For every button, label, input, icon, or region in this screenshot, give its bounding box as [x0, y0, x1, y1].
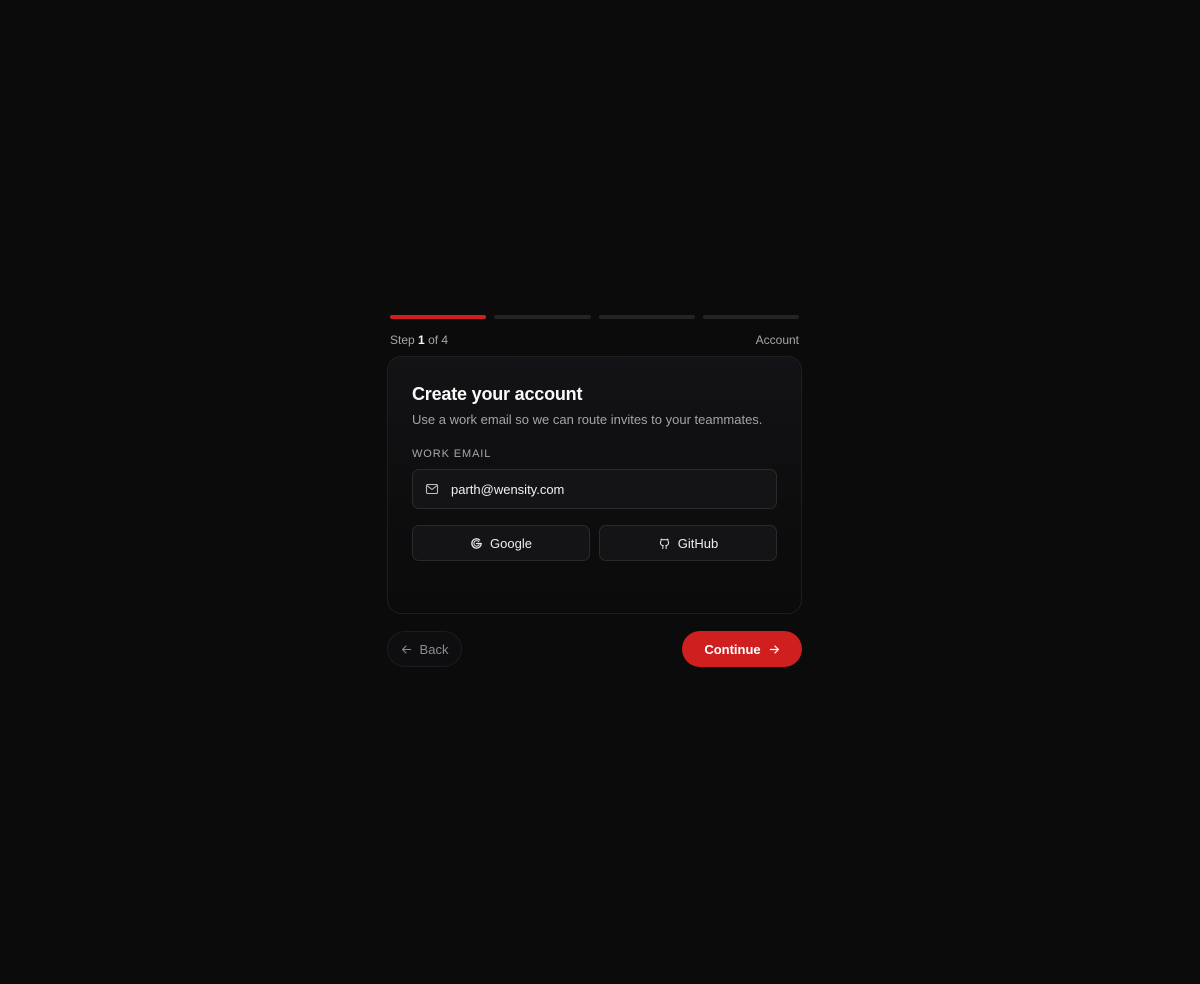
step-counter: Step 1 of 4	[390, 333, 448, 347]
back-label: Back	[419, 641, 449, 657]
progress-segment-3	[598, 315, 695, 319]
card-title: Create your account	[412, 384, 583, 404]
step-prefix: Step	[390, 333, 415, 347]
card-subtitle: Use a work email so we can route invites…	[412, 412, 763, 427]
arrow-right-icon	[769, 644, 780, 655]
account-card: Create your account Use a work email so …	[387, 356, 802, 614]
oauth-buttons: Google GitHub	[412, 525, 777, 561]
email-field[interactable]	[412, 469, 777, 509]
step-number: 1	[418, 333, 425, 347]
step-indicator: Step 1 of 4 Account	[387, 333, 802, 347]
progress-segment-2	[494, 315, 591, 319]
github-button[interactable]: GitHub	[599, 525, 777, 561]
email-input[interactable]	[451, 481, 764, 497]
email-label: WORK EMAIL	[412, 448, 492, 460]
onboarding-container: Step 1 of 4 Account Create your account …	[387, 315, 802, 667]
google-label: Google	[490, 535, 532, 551]
arrow-left-icon	[401, 644, 412, 655]
github-icon	[658, 537, 671, 550]
back-button[interactable]: Back	[387, 631, 462, 667]
progress-bar	[387, 315, 802, 319]
google-icon	[470, 537, 483, 550]
continue-button[interactable]: Continue	[682, 631, 802, 667]
step-suffix: of 4	[428, 333, 449, 347]
footer-actions: Back Continue	[387, 631, 802, 667]
progress-segment-1	[390, 315, 487, 319]
step-name: Account	[755, 333, 799, 347]
continue-label: Continue	[704, 641, 761, 657]
github-label: GitHub	[677, 535, 719, 551]
google-button[interactable]: Google	[412, 525, 590, 561]
progress-segment-4	[702, 315, 799, 319]
mail-icon	[425, 482, 439, 496]
